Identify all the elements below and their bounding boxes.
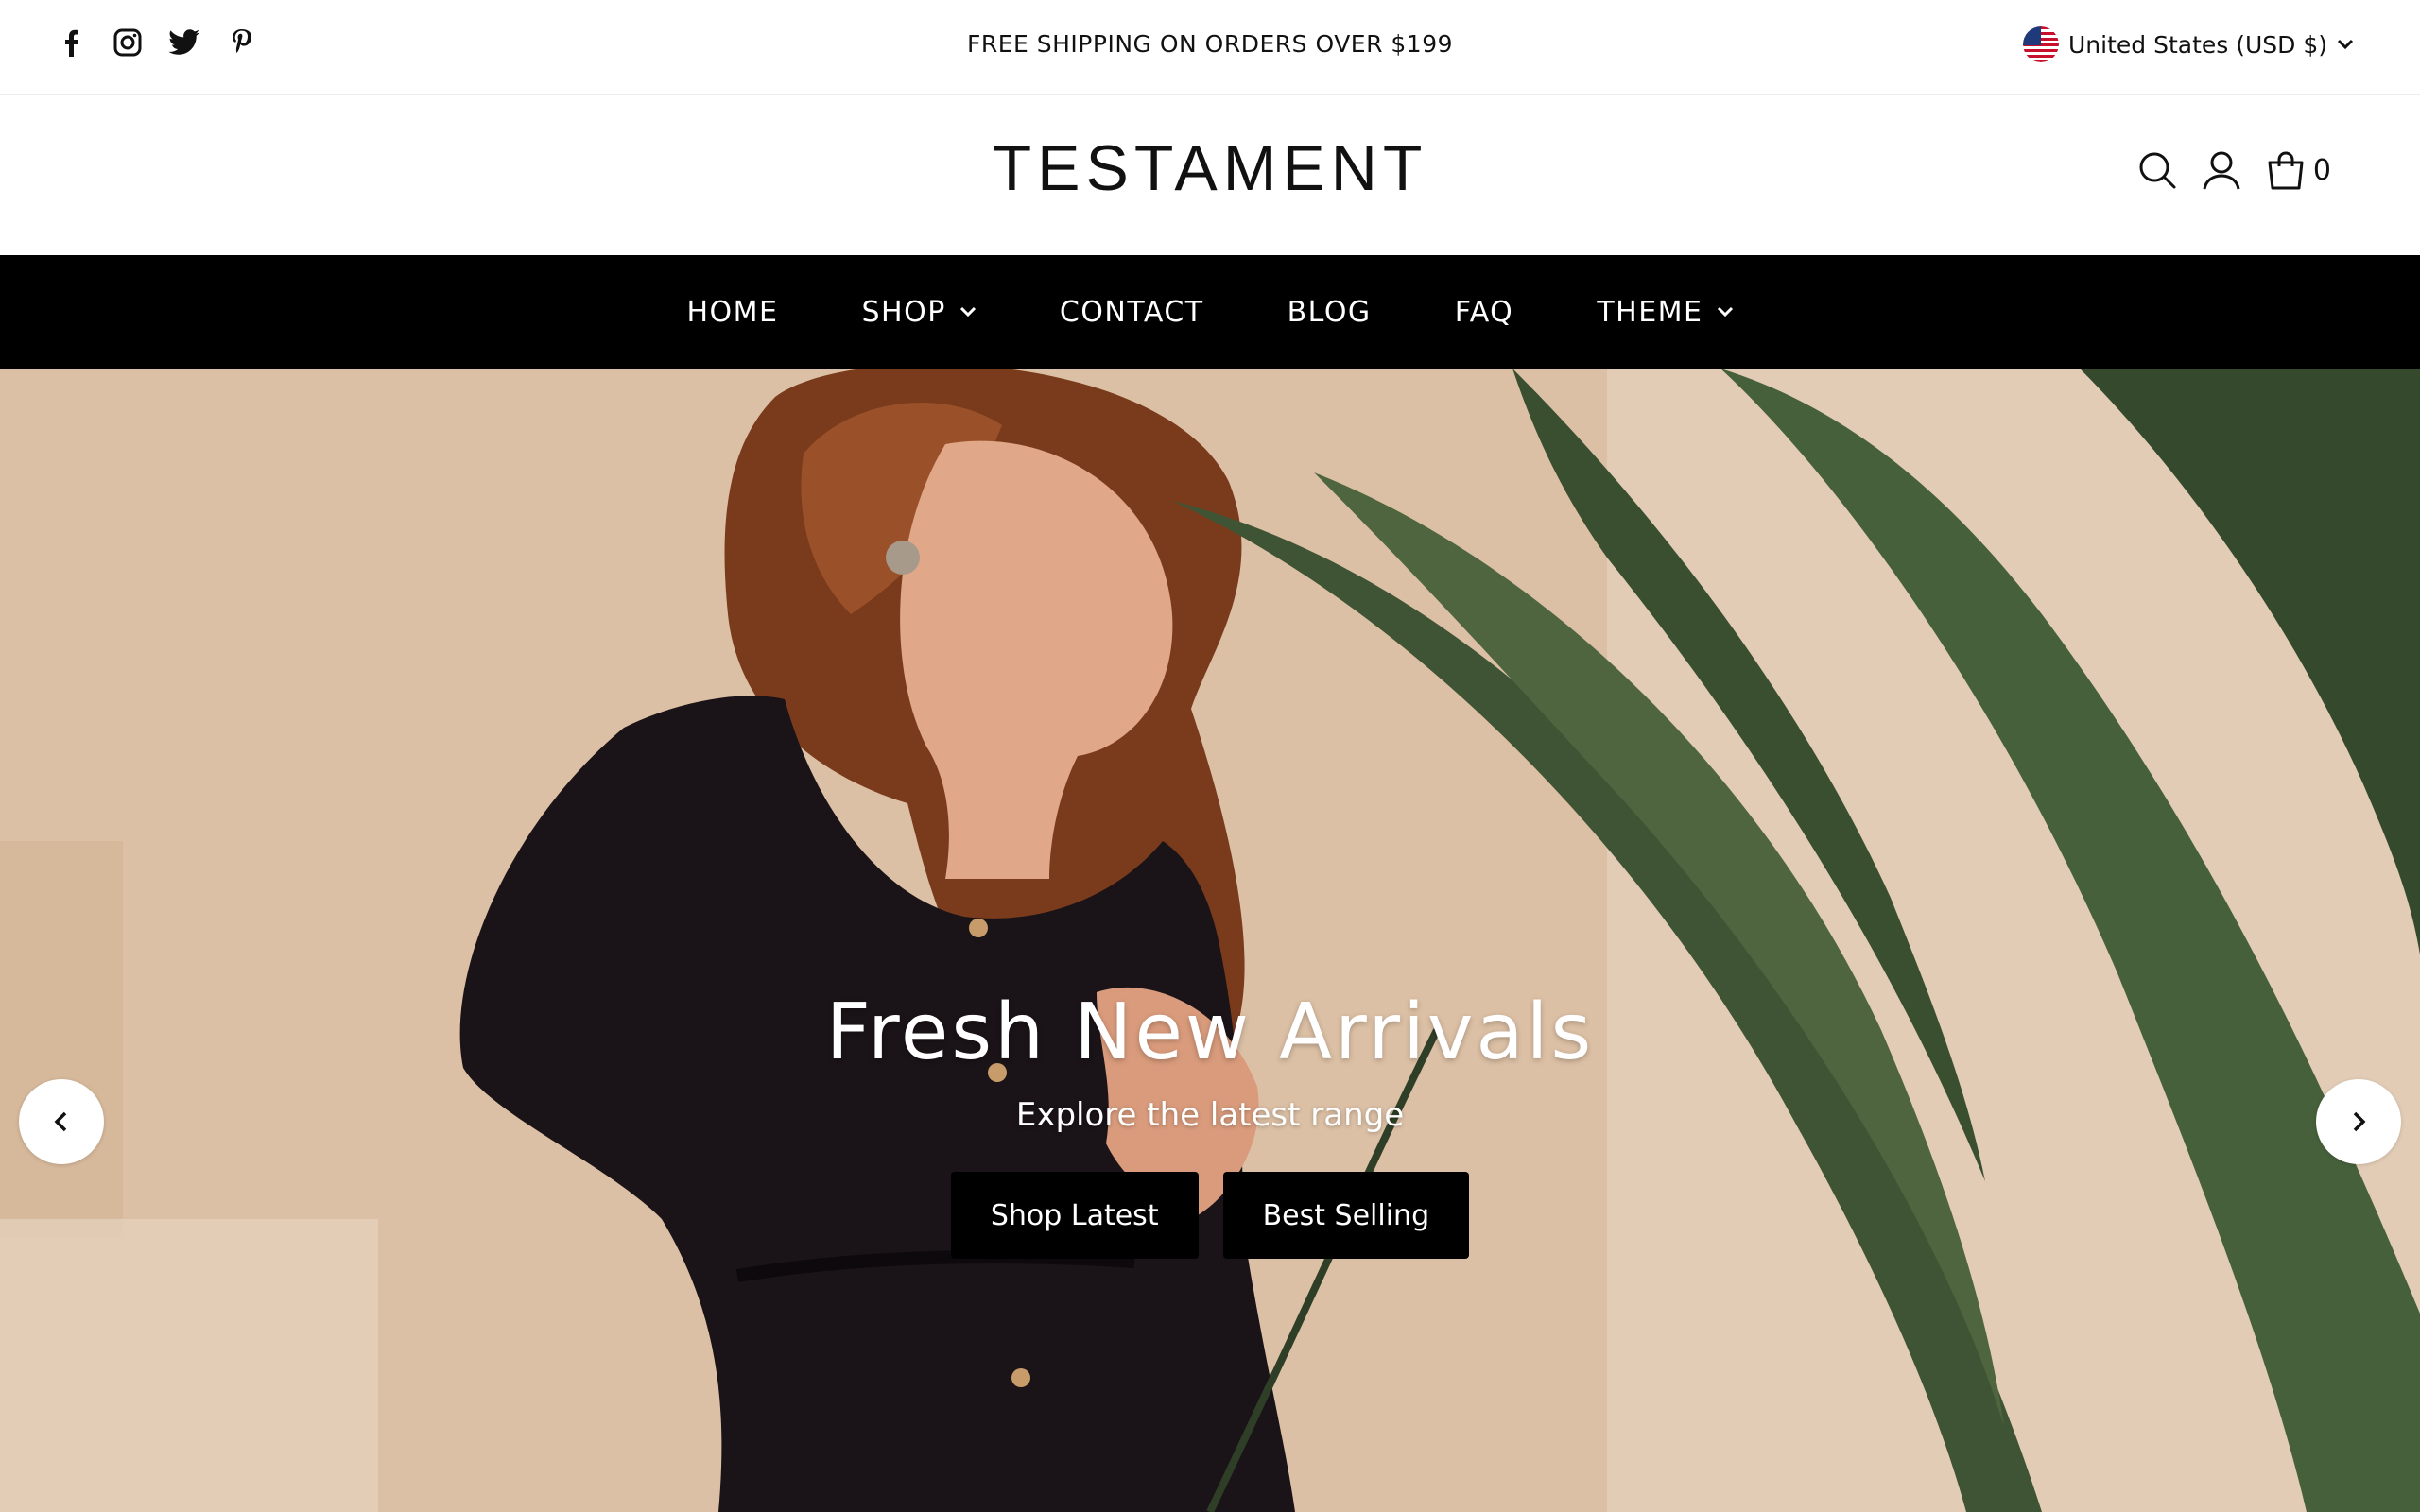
slideshow-prev-button[interactable]: [19, 1079, 104, 1164]
nav-item-theme[interactable]: THEME: [1597, 296, 1733, 329]
account-icon[interactable]: [2202, 150, 2241, 190]
chevron-right-icon: [2353, 1111, 2366, 1132]
announcement-bar: FREE SHIPPING ON ORDERS OVER $199 United…: [0, 0, 2420, 95]
slideshow-next-button[interactable]: [2316, 1079, 2401, 1164]
chevron-down-icon: [2337, 39, 2354, 50]
currency-selector[interactable]: United States (USD $): [2022, 26, 2354, 62]
us-flag-icon: [2022, 26, 2059, 62]
chevron-left-icon: [54, 1111, 67, 1132]
currency-label: United States (USD $): [2067, 30, 2327, 59]
nav-item-blog[interactable]: BLOG: [1288, 296, 1372, 329]
cart-count: 0: [2312, 153, 2331, 187]
hero-slideshow: Fresh New Arrivals Explore the latest ra…: [0, 369, 2420, 1512]
nav-label: BLOG: [1287, 295, 1372, 329]
chevron-down-icon: [959, 306, 976, 318]
cart-icon: [2268, 151, 2304, 190]
main-nav: HOME SHOP CONTACT BLOG FAQ THEME: [0, 255, 2420, 369]
nav-item-home[interactable]: HOME: [687, 296, 779, 329]
site-logo[interactable]: TESTAMENT: [0, 131, 2420, 205]
nav-label: SHOP: [861, 295, 946, 329]
site-header: TESTAMENT 0: [0, 95, 2420, 255]
best-selling-button[interactable]: Best Selling: [1222, 1172, 1470, 1259]
hero-image: [0, 369, 2420, 1512]
cart-button[interactable]: 0: [2266, 150, 2331, 190]
nav-item-contact[interactable]: CONTACT: [1060, 296, 1204, 329]
nav-label: CONTACT: [1059, 295, 1204, 329]
shop-latest-button[interactable]: Shop Latest: [950, 1172, 1199, 1259]
nav-item-shop[interactable]: SHOP: [862, 296, 977, 329]
hero-buttons: Shop Latest Best Selling: [0, 1172, 2420, 1259]
nav-label: HOME: [686, 295, 779, 329]
search-icon[interactable]: [2137, 150, 2177, 190]
chevron-down-icon: [1717, 306, 1733, 318]
nav-label: THEME: [1597, 295, 1703, 329]
nav-item-faq[interactable]: FAQ: [1455, 296, 1514, 329]
hero-subtitle: Explore the latest range: [1015, 1096, 1405, 1134]
hero-content: Fresh New Arrivals Explore the latest ra…: [0, 988, 2420, 1259]
hero-title: Fresh New Arrivals: [825, 988, 1595, 1077]
nav-label: FAQ: [1454, 295, 1514, 329]
header-icons: 0: [2137, 150, 2331, 190]
